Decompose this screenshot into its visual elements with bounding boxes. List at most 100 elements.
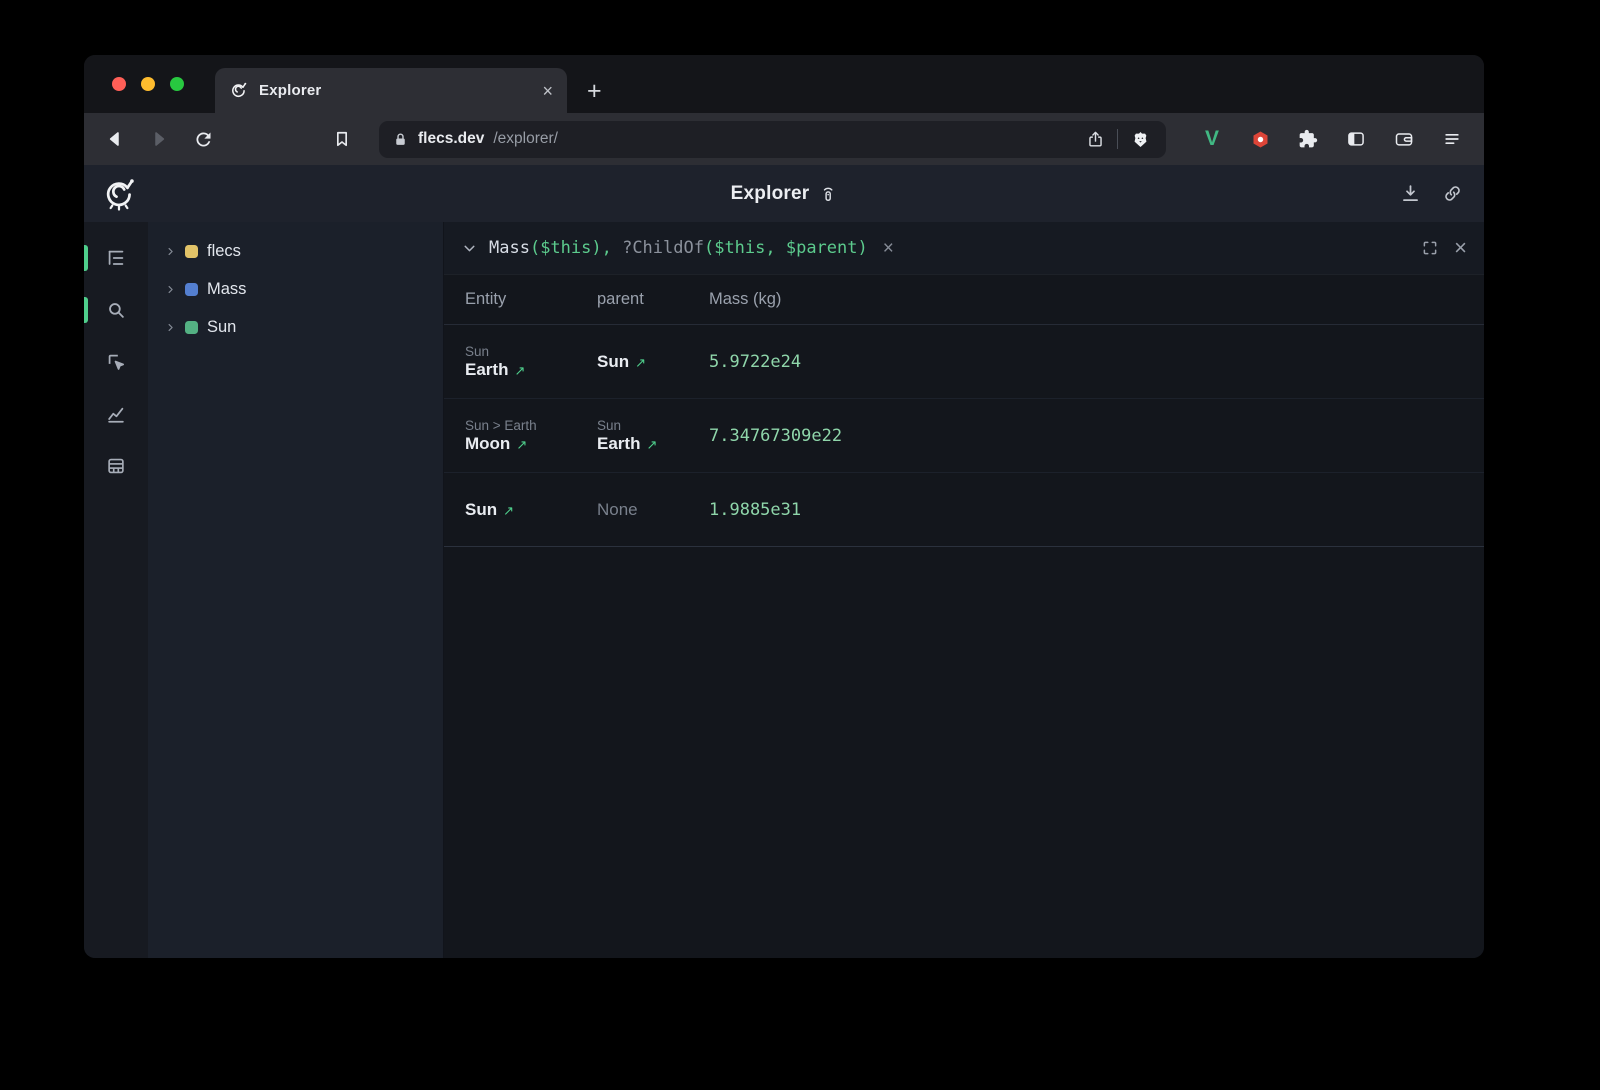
bookmark-icon [332, 129, 352, 149]
chevron-down-icon[interactable] [461, 240, 478, 257]
result-table-body: SunEarth↗Sun↗5.9722e24Sun > EarthMoon↗Su… [444, 325, 1484, 547]
open-entity-arrow-icon[interactable]: ↗ [516, 437, 527, 453]
query-expression[interactable]: Mass($this), ?ChildOf($this, $parent) [489, 238, 868, 258]
entity-color-square [185, 321, 198, 334]
open-entity-arrow-icon[interactable]: ↗ [514, 363, 525, 379]
close-panel-button[interactable]: × [1454, 237, 1467, 259]
rail-statistics-button[interactable] [94, 392, 138, 436]
browser-tab[interactable]: Explorer × [215, 68, 567, 113]
lock-icon[interactable] [392, 131, 409, 148]
entity-link[interactable]: Earth [465, 360, 508, 380]
app-header: Explorer [84, 165, 1484, 222]
puzzle-icon [1298, 129, 1318, 149]
chevron-right-icon[interactable] [165, 246, 176, 257]
tab-title: Explorer [259, 82, 531, 99]
reload-icon [193, 129, 214, 150]
entity-cell: Sun > EarthMoon ↗ [465, 399, 597, 472]
forward-icon [149, 129, 169, 149]
window-zoom-button[interactable] [170, 77, 184, 91]
memory-rows-icon [105, 455, 127, 477]
entity-link[interactable]: Sun [597, 352, 629, 372]
browser-toolbar: flecs.dev/explorer/ V [84, 113, 1484, 165]
active-panel-indicator [84, 245, 88, 271]
bookmark-button[interactable] [325, 122, 359, 156]
share-icon [1086, 130, 1105, 149]
download-button[interactable] [1395, 179, 1425, 209]
query-text-segment: ($this), [530, 238, 622, 258]
address-bar[interactable]: flecs.dev/explorer/ [379, 121, 1166, 158]
sidebar-toggle-button[interactable] [1338, 121, 1374, 157]
chevron-right-icon[interactable] [165, 322, 176, 333]
tree-item-label: Mass [207, 280, 246, 299]
tab-close-button[interactable]: × [542, 82, 553, 100]
tree-item-mass[interactable]: Mass [148, 270, 443, 308]
url-domain: flecs.dev [418, 130, 484, 148]
query-text-segment: ($this, $parent) [704, 238, 868, 258]
tree-item-label: Sun [207, 318, 236, 337]
column-header: Mass (kg) [709, 290, 1484, 309]
browser-window: Explorer × + flecs.dev/explorer/ [84, 55, 1484, 958]
mass-value: 5.9722e24 [709, 352, 1476, 372]
wallet-button[interactable] [1386, 121, 1422, 157]
url-path: /explorer/ [493, 130, 558, 148]
remote-connection-icon [818, 184, 837, 203]
query-clear-button[interactable]: × [883, 239, 894, 258]
entity-link[interactable]: Moon [465, 434, 510, 454]
parent-none-value: None [597, 500, 701, 520]
extensions-button[interactable] [1290, 121, 1326, 157]
chevron-right-icon[interactable] [165, 284, 176, 295]
window-minimize-button[interactable] [141, 77, 155, 91]
share-button[interactable] [1082, 126, 1108, 152]
stats-chart-icon [105, 403, 127, 425]
hexagon-extension-button[interactable] [1242, 121, 1278, 157]
brave-shields-button[interactable] [1127, 126, 1153, 152]
open-entity-arrow-icon[interactable]: ↗ [635, 355, 646, 371]
brave-lion-icon [1131, 130, 1150, 149]
entity-cell: Sun ↗ [465, 473, 597, 546]
active-panel-indicator [84, 297, 88, 323]
copy-link-button[interactable] [1437, 179, 1467, 209]
vue-devtools-extension-button[interactable]: V [1194, 121, 1230, 157]
mass-cell: 5.9722e24 [709, 325, 1484, 398]
query-text-segment: Mass [489, 238, 530, 258]
mass-value: 1.9885e31 [709, 500, 1476, 520]
rail-memory-button[interactable] [94, 444, 138, 488]
page-title: Explorer [731, 183, 810, 205]
open-entity-arrow-icon[interactable]: ↗ [646, 437, 657, 453]
mass-value: 7.34767309e22 [709, 426, 1476, 446]
tree-item-sun[interactable]: Sun [148, 308, 443, 346]
urlbar-divider [1117, 129, 1118, 149]
result-row[interactable]: Sun > EarthMoon ↗ SunEarth ↗ 7.34767309e22 [444, 399, 1484, 473]
flecs-logo-icon [101, 176, 137, 212]
entity-parent-path: Sun [465, 344, 589, 359]
entity-parent-path: Sun [597, 418, 701, 433]
entity-parent-path: Sun > Earth [465, 418, 589, 433]
menu-button[interactable] [1434, 121, 1470, 157]
result-row[interactable]: SunEarth↗Sun↗5.9722e24 [444, 325, 1484, 399]
tree-item-flecs[interactable]: flecs [148, 232, 443, 270]
result-row[interactable]: Sun ↗ None 1.9885e31 [444, 473, 1484, 547]
reload-button[interactable] [186, 122, 220, 156]
forward-button[interactable] [142, 122, 176, 156]
rail-inspect-button[interactable] [94, 340, 138, 384]
rail-tree-panel-button[interactable] [94, 236, 138, 280]
back-button[interactable] [98, 122, 132, 156]
window-close-button[interactable] [112, 77, 126, 91]
open-entity-arrow-icon[interactable]: ↗ [503, 503, 514, 519]
entity-link[interactable]: Sun [465, 500, 497, 520]
parent-cell: Sun ↗ [597, 325, 709, 398]
rail-query-panel-button[interactable] [94, 288, 138, 332]
column-header: parent [597, 290, 709, 309]
tree-item-label: flecs [207, 242, 241, 261]
header-actions [1395, 179, 1467, 209]
entity-link[interactable]: Earth [597, 434, 640, 454]
entity-color-square [185, 245, 198, 258]
wallet-icon [1394, 129, 1414, 149]
parent-cell: SunEarth ↗ [597, 399, 709, 472]
hexagon-icon [1250, 129, 1271, 150]
new-tab-button[interactable]: + [587, 79, 602, 104]
mass-cell: 7.34767309e22 [709, 399, 1484, 472]
expand-panel-button[interactable] [1421, 239, 1439, 257]
entity-tree-panel: flecs Mass Sun [148, 222, 444, 958]
traffic-lights [112, 77, 184, 91]
